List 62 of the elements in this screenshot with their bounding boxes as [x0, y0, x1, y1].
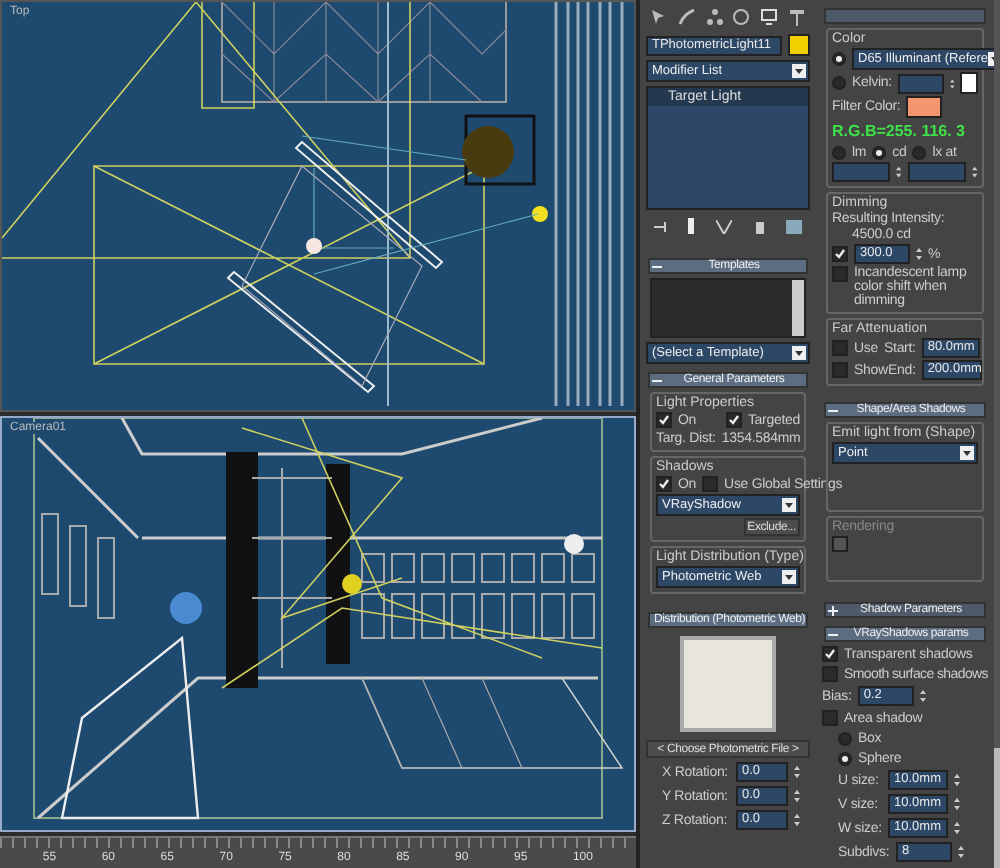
color-swatch[interactable]: [960, 72, 978, 94]
checkbox[interactable]: [832, 536, 848, 552]
color-swatch[interactable]: [788, 34, 810, 56]
number-field[interactable]: [832, 162, 891, 182]
monitor-icon[interactable]: [760, 8, 779, 26]
bin-icon[interactable]: [753, 219, 766, 233]
spinner-icon[interactable]: [794, 788, 800, 804]
spinner-icon[interactable]: [958, 844, 964, 860]
spinner-icon[interactable]: [972, 164, 978, 180]
minus-icon: [652, 375, 662, 385]
caret-icon: [782, 570, 796, 584]
radio-button[interactable]: [838, 751, 852, 765]
radio-button[interactable]: [832, 145, 846, 159]
annotation-text: R.G.B=255. 116. 3: [832, 120, 967, 142]
template-list[interactable]: [650, 278, 806, 338]
number-field[interactable]: [908, 162, 967, 182]
checkbox[interactable]: [822, 710, 838, 726]
pin-icon[interactable]: [653, 219, 668, 233]
circle-icon[interactable]: [732, 8, 751, 26]
caret-icon: [782, 498, 796, 512]
spinner-icon[interactable]: [916, 246, 922, 262]
checkbox[interactable]: [725, 412, 742, 428]
radio-button[interactable]: [832, 76, 846, 90]
cursor-arrow-icon[interactable]: [650, 8, 668, 26]
curve-icon[interactable]: [677, 8, 696, 26]
spinner-icon[interactable]: [954, 796, 960, 812]
checkbox[interactable]: [822, 666, 838, 682]
radio-button[interactable]: [872, 145, 887, 159]
radio-button[interactable]: [912, 145, 927, 159]
spinner-icon[interactable]: [954, 820, 960, 836]
caret-icon: [960, 446, 974, 460]
configure-icon[interactable]: [786, 219, 803, 233]
plus-icon: [828, 605, 838, 615]
fork-icon[interactable]: [715, 219, 732, 233]
bar-icon[interactable]: [688, 218, 695, 234]
checkbox[interactable]: [832, 246, 848, 262]
minus-icon: [828, 629, 838, 639]
checkbox[interactable]: [832, 362, 848, 378]
color-swatch[interactable]: [906, 96, 943, 118]
scrollbar-thumb[interactable]: [994, 748, 1000, 868]
minus-icon: [828, 405, 838, 415]
checkbox[interactable]: [656, 476, 672, 492]
minus-icon: [652, 261, 662, 271]
spinner-icon[interactable]: [794, 764, 800, 780]
checkbox[interactable]: [702, 476, 719, 492]
checkbox[interactable]: [822, 646, 838, 662]
hammer-icon[interactable]: [787, 8, 806, 26]
checkbox[interactable]: [656, 412, 672, 428]
spinner-icon[interactable]: [949, 75, 955, 91]
checkbox[interactable]: [832, 340, 848, 356]
caret-icon: [792, 346, 806, 360]
hierarchy-icon[interactable]: [705, 8, 724, 26]
checkbox[interactable]: [832, 266, 848, 282]
spinner-icon[interactable]: [896, 164, 902, 180]
number-field[interactable]: [897, 73, 944, 93]
spinner-icon[interactable]: [954, 772, 960, 788]
spinner-icon[interactable]: [794, 812, 800, 828]
web-preview: [680, 636, 776, 732]
spinner-icon[interactable]: [919, 688, 926, 704]
caret-icon: [792, 64, 806, 78]
radio-button[interactable]: [838, 731, 852, 745]
radio-button[interactable]: [832, 52, 846, 66]
